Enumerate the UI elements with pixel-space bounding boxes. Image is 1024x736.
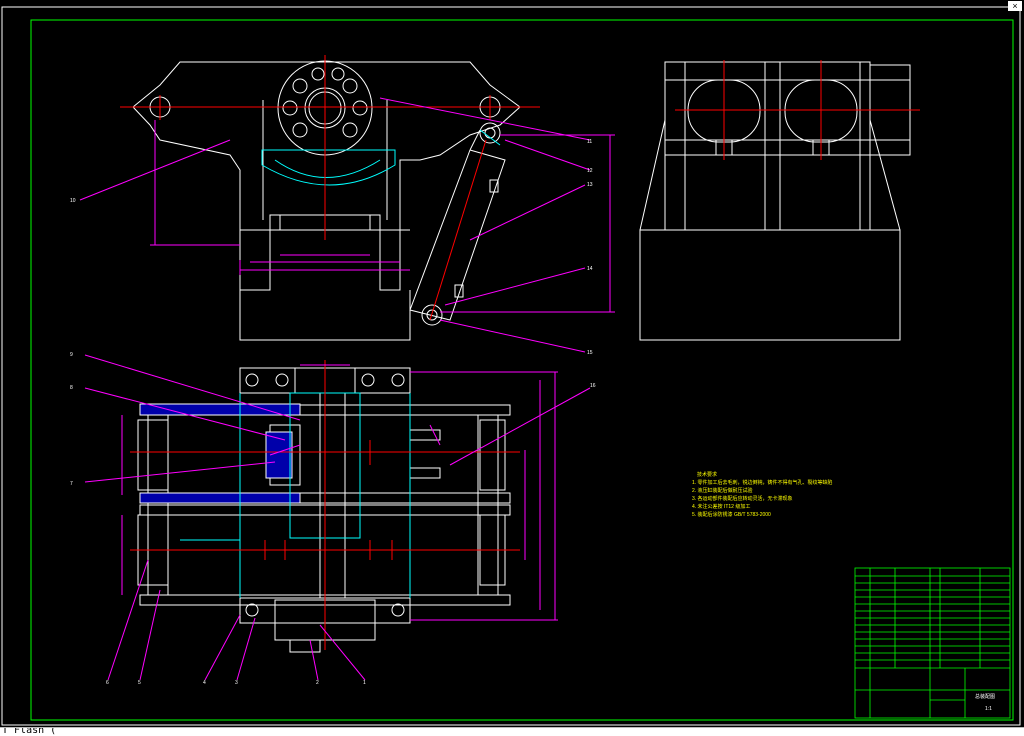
balloon-6: 6	[106, 680, 109, 686]
balloon-11: 11	[587, 139, 592, 145]
balloon-1: 1	[363, 680, 366, 686]
balloon-9: 9	[70, 352, 73, 358]
cad-drawing: 11 12 13 14 15 10 9 8 7 16 6 5 4 3 2 1 技…	[1, 6, 1021, 726]
balloon-16: 16	[590, 383, 596, 389]
tech-requirement-3: 3. 各运动部件装配后应转动灵活，无卡滞现象	[692, 495, 793, 502]
front-view-centerlines	[120, 55, 540, 321]
balloon-3: 3	[235, 680, 238, 686]
balloon-8: 8	[70, 385, 73, 391]
tech-requirement-4: 4. 未注公差按 IT12 级加工	[692, 503, 750, 510]
balloon-13: 13	[587, 182, 593, 188]
front-view	[132, 60, 521, 341]
balloon-10: 10	[70, 198, 76, 204]
balloon-14: 14	[587, 266, 593, 272]
tech-requirement-2: 2. 液压缸装配后做耐压试验	[692, 487, 753, 494]
side-view	[639, 61, 911, 341]
balloon-15: 15	[587, 350, 593, 356]
balloon-5: 5	[138, 680, 141, 686]
cad-viewport[interactable]: 11 12 13 14 15 10 9 8 7 16 6 5 4 3 2 1 技…	[0, 0, 1024, 736]
drawing-scale: 1:1	[985, 706, 992, 712]
drawing-frame	[30, 19, 1014, 721]
balloon-12: 12	[587, 168, 593, 174]
side-view-centerlines	[675, 60, 920, 160]
tech-requirement-5: 5. 装配后涂防锈漆 GB/T 5783-2000	[692, 511, 771, 518]
tech-requirement-1: 1. 零件加工后去毛刺，锐边倒钝，铸件不得有气孔、裂纹等缺陷	[692, 479, 833, 486]
balloon-4: 4	[203, 680, 206, 686]
title-block-text: 总装配图 1:1	[975, 693, 995, 712]
tech-requirements: 技术要求 1. 零件加工后去毛刺，锐边倒钝，铸件不得有气孔、裂纹等缺陷 2. 液…	[692, 471, 833, 518]
balloon-7: 7	[70, 481, 73, 487]
balloon-2: 2	[316, 680, 319, 686]
tech-requirements-title: 技术要求	[697, 471, 717, 478]
drawing-title: 总装配图	[975, 693, 995, 700]
close-icon[interactable]: ×	[1008, 1, 1022, 11]
